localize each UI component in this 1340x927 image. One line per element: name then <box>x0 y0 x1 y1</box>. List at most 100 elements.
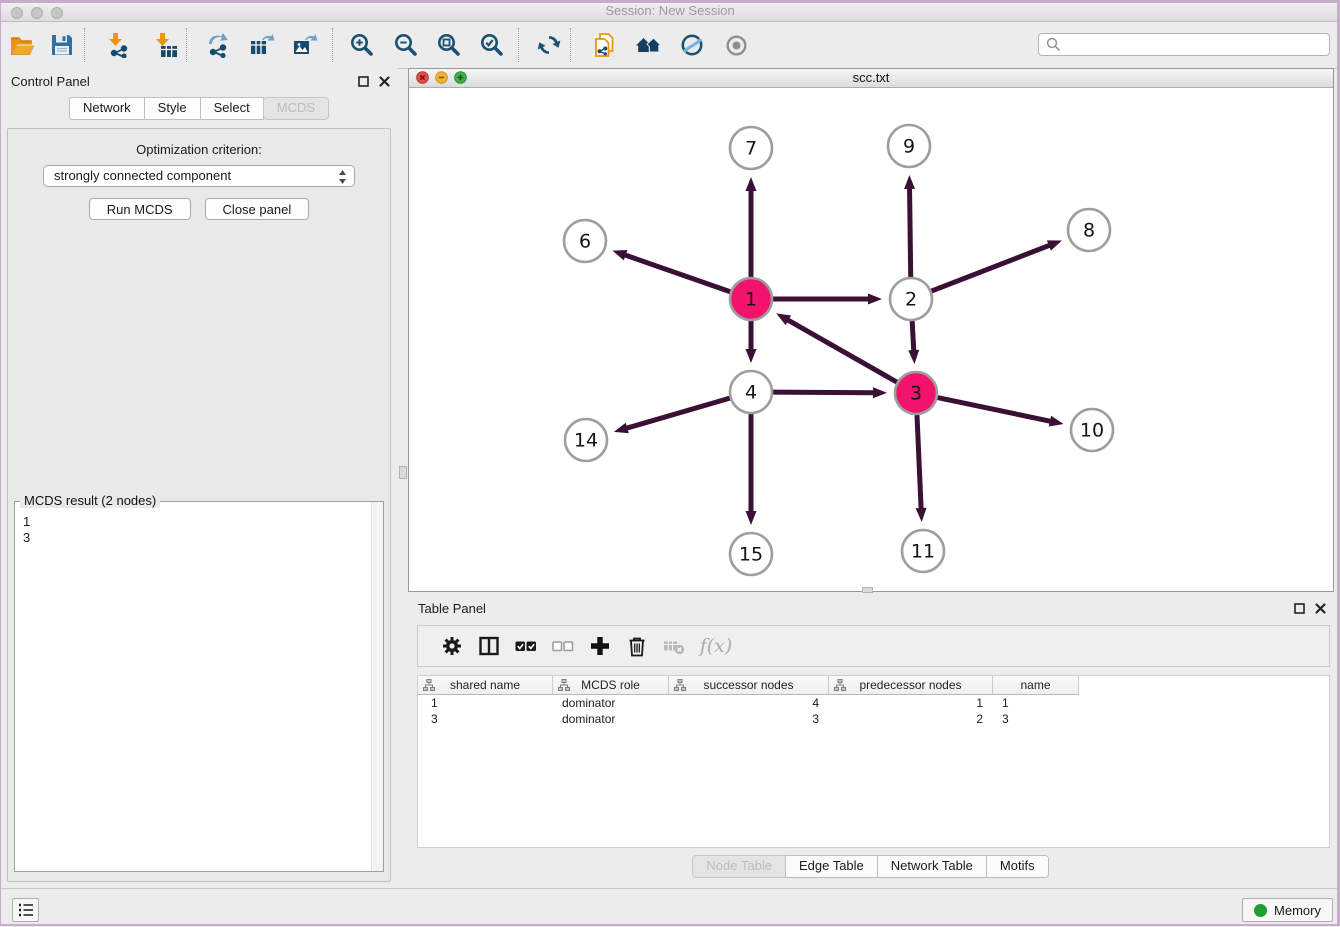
mcds-result-scrollbar[interactable] <box>371 502 383 871</box>
table-cell: 2 <box>829 712 993 726</box>
tab-node-table[interactable]: Node Table <box>692 855 786 878</box>
close-panel-icon[interactable] <box>378 75 390 87</box>
graph-edge-4-3[interactable] <box>773 392 875 393</box>
control-panel-title: Control Panel <box>11 74 90 89</box>
home-icon[interactable] <box>631 28 665 62</box>
tab-network-table[interactable]: Network Table <box>877 855 987 878</box>
graph-node-3[interactable]: 3 <box>895 372 937 414</box>
graph-node-4[interactable]: 4 <box>730 371 772 413</box>
import-table-icon[interactable] <box>148 28 182 62</box>
tab-network[interactable]: Network <box>69 97 145 120</box>
tab-motifs[interactable]: Motifs <box>986 855 1049 878</box>
table-cell: 1 <box>993 696 1079 710</box>
run-mcds-button[interactable]: Run MCDS <box>89 198 191 220</box>
save-session-icon[interactable] <box>45 28 79 62</box>
table-cell: dominator <box>553 712 669 726</box>
column-header-MCDS-role[interactable]: MCDS role <box>553 676 669 695</box>
graph-node-6[interactable]: 6 <box>564 220 606 262</box>
table-settings-gear-icon[interactable] <box>433 631 470 661</box>
export-network-icon[interactable] <box>201 28 235 62</box>
task-history-button[interactable] <box>12 898 39 922</box>
zoom-fit-icon[interactable] <box>432 28 466 62</box>
float-panel-icon[interactable] <box>357 75 369 87</box>
graph-node-1[interactable]: 1 <box>730 278 772 320</box>
close-panel-button[interactable]: Close panel <box>205 198 310 220</box>
tab-edge-table[interactable]: Edge Table <box>785 855 878 878</box>
search-input[interactable] <box>1065 34 1329 55</box>
optimization-criterion-select[interactable]: strongly connected component <box>43 165 355 187</box>
tab-style[interactable]: Style <box>144 97 201 120</box>
zoom-in-icon[interactable] <box>345 28 379 62</box>
network-canvas[interactable]: 7 9 6 8 1 2 4 3 14 10 15 11 <box>409 88 1333 591</box>
tab-select[interactable]: Select <box>200 97 264 120</box>
column-label: shared name <box>450 678 520 692</box>
graph-edge-arrowhead <box>612 250 627 260</box>
column-header-name[interactable]: name <box>993 676 1079 695</box>
table-row[interactable]: 3dominator323 <box>418 711 1329 727</box>
memory-label: Memory <box>1274 903 1321 918</box>
zoom-out-icon[interactable] <box>389 28 423 62</box>
select-all-icon[interactable] <box>507 631 544 661</box>
column-header-shared-name[interactable]: shared name <box>418 676 553 695</box>
delete-column-icon[interactable] <box>618 631 655 661</box>
memory-button[interactable]: Memory <box>1242 898 1333 922</box>
column-header-predecessor-nodes[interactable]: predecessor nodes <box>829 676 993 695</box>
deselect-all-icon[interactable] <box>544 631 581 661</box>
svg-text:11: 11 <box>911 541 935 563</box>
mcds-result-list[interactable]: 1 3 <box>15 510 371 871</box>
refresh-icon[interactable] <box>532 28 566 62</box>
graph-edge-2-9[interactable] <box>910 187 911 277</box>
graph-edge-arrowhead <box>868 294 882 305</box>
graph-edge-3-10[interactable] <box>938 398 1052 422</box>
mcds-result-title: MCDS result (2 nodes) <box>20 493 160 508</box>
graphics-details-icon[interactable] <box>675 28 709 62</box>
network-window-title: scc.txt <box>409 70 1333 85</box>
tab-mcds[interactable]: MCDS <box>263 97 329 120</box>
export-image-icon[interactable] <box>288 28 322 62</box>
graph-node-10[interactable]: 10 <box>1071 409 1113 451</box>
column-header-successor-nodes[interactable]: successor nodes <box>669 676 829 695</box>
import-network-icon[interactable] <box>101 28 135 62</box>
graph-node-9[interactable]: 9 <box>888 125 930 167</box>
toolbar-separator <box>332 28 333 62</box>
column-label: MCDS role <box>581 678 640 692</box>
float-table-panel-icon[interactable] <box>1293 602 1305 614</box>
horizontal-splitter-handle[interactable] <box>862 587 873 593</box>
column-type-icon <box>423 679 435 694</box>
search-field[interactable] <box>1038 33 1330 56</box>
show-column-icon[interactable] <box>470 631 507 661</box>
graph-edge-2-3[interactable] <box>912 321 914 352</box>
graph-edge-2-8[interactable] <box>932 245 1051 291</box>
network-window-titlebar[interactable]: scc.txt <box>409 69 1333 88</box>
svg-text:4: 4 <box>745 382 757 404</box>
graph-node-14[interactable]: 14 <box>565 419 607 461</box>
graph-edge-arrowhead <box>1047 240 1062 250</box>
graph-edge-4-14[interactable] <box>625 398 730 428</box>
svg-text:2: 2 <box>905 289 917 311</box>
fx-label: f(x) <box>700 635 733 657</box>
close-table-panel-icon[interactable] <box>1314 602 1326 614</box>
graph-edge-arrowhead <box>916 508 927 522</box>
show-hide-eye-icon[interactable] <box>719 28 753 62</box>
graph-node-2[interactable]: 2 <box>890 278 932 320</box>
graph-edge-1-6[interactable] <box>624 255 731 292</box>
graph-node-8[interactable]: 8 <box>1068 209 1110 251</box>
graph-edge-3-11[interactable] <box>917 415 921 510</box>
export-table-icon[interactable] <box>245 28 279 62</box>
column-type-icon <box>558 679 570 694</box>
add-column-icon[interactable] <box>581 631 618 661</box>
open-session-icon[interactable] <box>5 28 39 62</box>
graph-node-11[interactable]: 11 <box>902 530 944 572</box>
table-panel-tabs: Node TableEdge TableNetwork TableMotifs <box>408 855 1334 878</box>
svg-text:7: 7 <box>745 138 757 160</box>
graph-edge-3-1[interactable] <box>787 319 897 382</box>
table-row[interactable]: 1dominator411 <box>418 695 1329 711</box>
copy-view-icon[interactable] <box>587 28 621 62</box>
zoom-selected-icon[interactable] <box>475 28 509 62</box>
optimization-criterion-label: Optimization criterion: <box>8 142 390 157</box>
network-graph: 7 9 6 8 1 2 4 3 14 10 15 11 <box>409 88 1333 592</box>
graph-node-7[interactable]: 7 <box>730 127 772 169</box>
vertical-splitter-handle[interactable] <box>399 466 407 479</box>
table-panel: Table Panel f(x) shared nameMCDS rol <box>408 595 1334 886</box>
graph-node-15[interactable]: 15 <box>730 533 772 575</box>
